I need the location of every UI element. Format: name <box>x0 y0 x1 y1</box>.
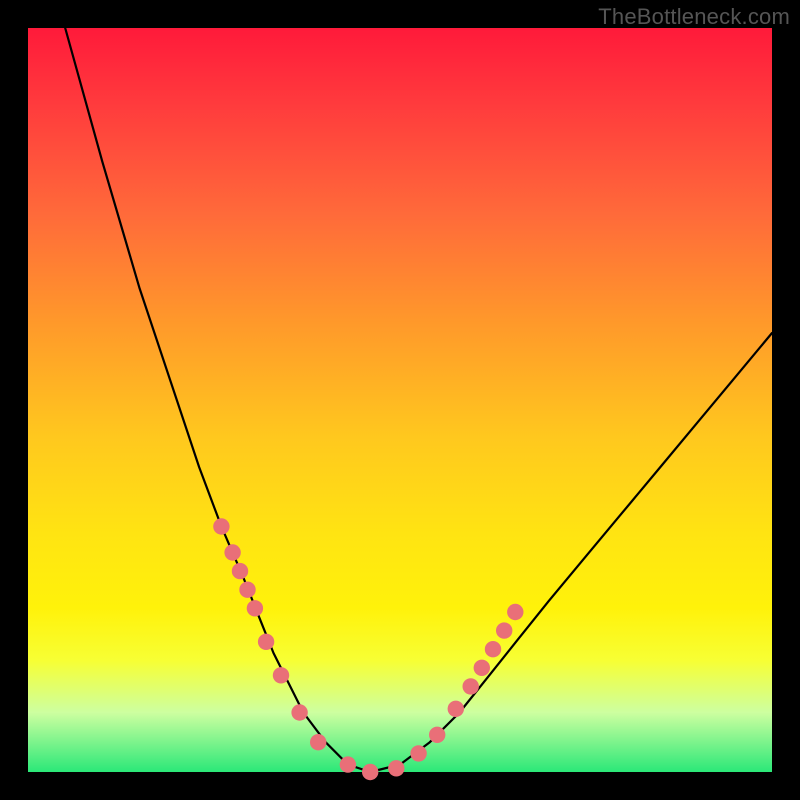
marker-dot <box>258 634 274 650</box>
marker-dot <box>362 764 378 780</box>
marker-dot <box>340 756 356 772</box>
marker-dot <box>429 727 445 743</box>
plot-area <box>28 28 772 772</box>
chart-overlay <box>28 28 772 772</box>
marker-dot <box>388 760 404 776</box>
marker-dots <box>213 518 523 780</box>
chart-frame: TheBottleneck.com <box>0 0 800 800</box>
marker-dot <box>224 544 240 560</box>
marker-dot <box>410 745 426 761</box>
marker-dot <box>247 600 263 616</box>
marker-dot <box>213 518 229 534</box>
marker-dot <box>291 704 307 720</box>
watermark-text: TheBottleneck.com <box>598 4 790 30</box>
marker-dot <box>232 563 248 579</box>
bottleneck-curve <box>65 28 772 772</box>
marker-dot <box>310 734 326 750</box>
marker-dot <box>474 660 490 676</box>
marker-dot <box>507 604 523 620</box>
marker-dot <box>496 622 512 638</box>
marker-dot <box>273 667 289 683</box>
marker-dot <box>448 701 464 717</box>
marker-dot <box>485 641 501 657</box>
marker-dot <box>463 678 479 694</box>
marker-dot <box>239 582 255 598</box>
